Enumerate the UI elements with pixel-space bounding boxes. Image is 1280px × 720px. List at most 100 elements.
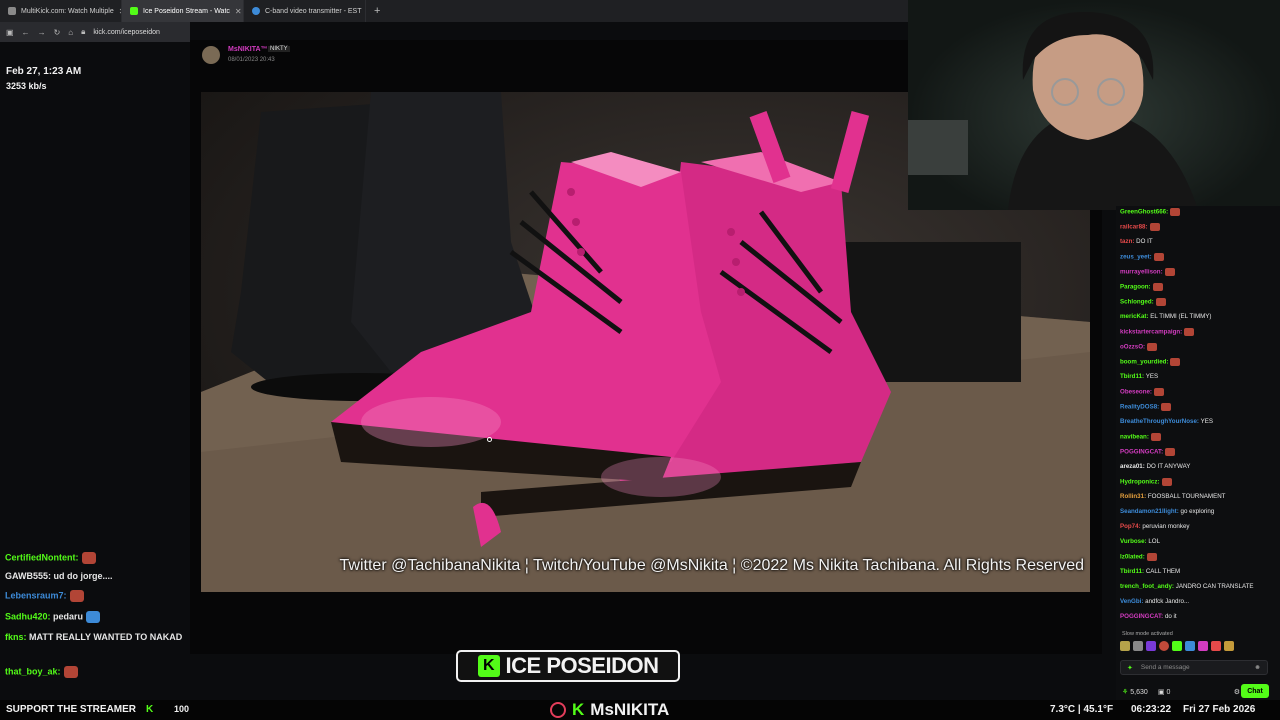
chat-text: andfck Jandro... [1145, 598, 1190, 605]
chat-message: oOzzsO: [1120, 343, 1158, 351]
chat-user[interactable]: Schlonged: [1120, 299, 1154, 306]
chat-message: VenGbi: andfck Jandro... [1120, 598, 1189, 605]
emote-icon [1153, 253, 1164, 261]
chat-message: GAWB555: ud do jorge.... [5, 571, 113, 581]
chat-user[interactable]: Hydroponicz: [1120, 479, 1160, 486]
ice-poseidon-logo: K ICE POSEIDON [456, 650, 680, 682]
emote-icon[interactable] [1133, 641, 1143, 651]
forward-icon[interactable]: → [38, 28, 46, 37]
emote-icon[interactable] [1211, 641, 1221, 651]
chat-text: JANDRO CAN TRANSLATE [1175, 583, 1254, 590]
chat-user[interactable]: Iz0lated: [1120, 554, 1145, 561]
chat-user[interactable]: navibean: [1120, 434, 1149, 441]
chat-user[interactable]: tazn: [1120, 238, 1134, 245]
emote-icon[interactable] [1198, 641, 1208, 651]
chat-user[interactable]: zeus_yeet: [1120, 254, 1152, 261]
chat-message: Schlonged: [1120, 298, 1166, 306]
chat-user[interactable]: VenGbi: [1120, 598, 1143, 605]
emote-icon [81, 552, 96, 564]
chat-user[interactable]: oOzzsO: [1120, 344, 1145, 351]
chat-message: zeus_yeet: [1120, 253, 1164, 261]
chat-user[interactable]: trench_foot_andy: [1120, 583, 1174, 590]
chat-message: railcar88: [1120, 223, 1160, 231]
chat-user[interactable]: Seandamon21Ilight: [1120, 508, 1179, 515]
tab-favicon [252, 7, 260, 15]
emote-icon[interactable] [1159, 641, 1169, 651]
chat-message: Iz0lated: [1120, 553, 1157, 561]
chat-text: peruvian monkey [1142, 523, 1190, 530]
chat-user[interactable]: Tbird11: [1120, 373, 1144, 380]
chat-message: Sadhu420: pedaru [5, 611, 101, 623]
reload-icon[interactable]: ↻ [54, 28, 61, 37]
sidebar-toggle-icon[interactable]: ▣ [6, 28, 14, 37]
chat-user[interactable]: areza01: [1120, 463, 1145, 470]
chat-message: boom_yourdied: [1120, 358, 1181, 366]
sparkle-icon: ✦ [1127, 664, 1133, 672]
tab-multikick[interactable]: MultiKick.com: Watch Multiple ✕ [0, 0, 122, 22]
chat-message: Rollin31: FOOSBALL TOURNAMENT [1120, 493, 1225, 500]
home-icon[interactable]: ⌂ [68, 28, 73, 37]
chat-user[interactable]: Tbird11: [1120, 568, 1144, 575]
tab-label: MultiKick.com: Watch Multiple [21, 7, 114, 15]
gift-count: 0 [1166, 688, 1171, 696]
chat-text: YES [1145, 373, 1159, 380]
chat-user: fkns: [5, 632, 27, 642]
chat-message: CertifiedNontent: [5, 552, 96, 564]
tab-ice-poseidon[interactable]: Ice Poseidon Stream - Watc ✕ [122, 0, 244, 22]
tab-c-band[interactable]: C-band video transmitter - EST ✕ [244, 0, 366, 22]
chat-user[interactable]: Rollin31: [1120, 493, 1146, 500]
chat-user[interactable]: Vurbose: [1120, 538, 1147, 545]
emote-icon[interactable] [1120, 641, 1130, 651]
chat-user[interactable]: Obeseone: [1120, 389, 1152, 396]
emote-icon[interactable] [1146, 641, 1156, 651]
emote-icon [86, 611, 101, 623]
emoji-icon[interactable]: ☻ [1254, 664, 1261, 671]
emote-icon [1164, 268, 1175, 276]
chat-user[interactable]: RealityDOS8: [1120, 404, 1159, 411]
chat-text: DO IT [1136, 238, 1153, 245]
chat-user[interactable]: murrayellison: [1120, 269, 1163, 276]
chat-message: GreenGhost666: [1120, 208, 1181, 216]
chat-user: Lebensraum7: [5, 590, 67, 601]
left-chat-overlay: CertifiedNontent: GAWB555: ud do jorge..… [0, 508, 192, 688]
chat-message: Vurbose: LOL [1120, 538, 1160, 545]
settings-icon[interactable]: ⚙ [1234, 688, 1240, 696]
chat-input[interactable]: ✦ Send a message ☻ [1120, 660, 1268, 675]
close-icon[interactable]: ✕ [235, 7, 242, 16]
emote-icon [1155, 298, 1166, 306]
emote-icon [1161, 403, 1172, 411]
chat-user[interactable]: POGGINGCAT: [1120, 449, 1163, 456]
browser-tab-bar: MultiKick.com: Watch Multiple ✕ Ice Pose… [0, 0, 908, 22]
kick-logo-icon: K [477, 655, 500, 677]
chat-message: areza01: DO IT ANYWAY [1120, 463, 1190, 470]
chat-send-button[interactable]: Chat [1241, 684, 1269, 698]
emote-icon[interactable] [1224, 641, 1234, 651]
emote-icon [1152, 283, 1163, 291]
chat-user[interactable]: kickstartercampaign: [1120, 329, 1182, 336]
new-tab-icon[interactable]: + [366, 5, 388, 17]
chat-user[interactable]: railcar88: [1120, 224, 1148, 231]
chat-text: YES [1200, 418, 1213, 425]
back-icon[interactable]: ← [22, 28, 30, 37]
emote-icon [1165, 448, 1176, 456]
chat-user[interactable]: mericKat: [1120, 313, 1149, 320]
chat-user[interactable]: GreenGhost666: [1120, 209, 1168, 216]
chat-user[interactable]: POGGINGCAT: [1120, 613, 1163, 620]
date-readout: Fri 27 Feb 2026 [1183, 704, 1256, 715]
support-label: SUPPORT THE STREAMER [6, 704, 137, 715]
chat-user[interactable]: Pop74: [1120, 523, 1141, 530]
chat-user[interactable]: BreatheThroughYourNose: [1120, 418, 1199, 425]
url-field[interactable]: kick.com/iceposeidon [93, 29, 160, 36]
chat-text: go exploring [1180, 508, 1215, 515]
chat-message: Pop74: peruvian monkey [1120, 523, 1190, 530]
brand-bottom-label: MsNIKITA [590, 700, 670, 719]
emote-icon [1170, 208, 1181, 216]
chat-user[interactable]: boom_yourdied: [1120, 359, 1168, 366]
chat-user[interactable]: Paragoon: [1120, 284, 1151, 291]
emote-icon [69, 590, 84, 602]
kick-logo-icon: K [572, 700, 585, 719]
emote-icon [1146, 553, 1157, 561]
emote-icon[interactable] [1172, 641, 1182, 651]
emote-icon[interactable] [1185, 641, 1195, 651]
chat-message: tazn: DO IT [1120, 238, 1153, 245]
